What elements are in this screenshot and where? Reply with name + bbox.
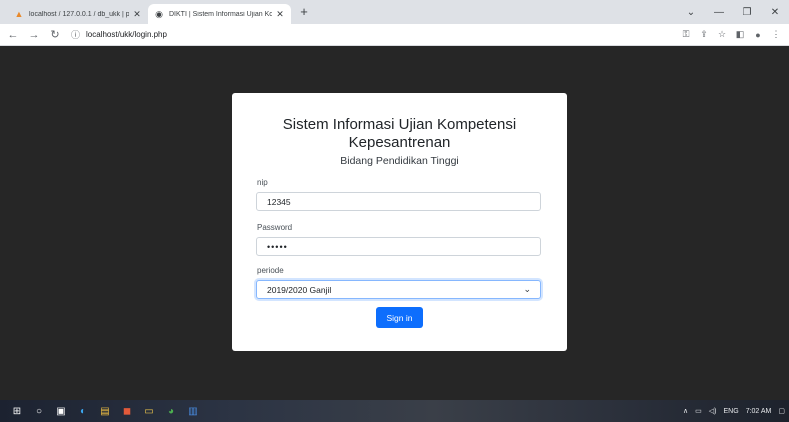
password-field[interactable]: ••••• — [256, 237, 541, 256]
chevron-down-icon[interactable]: ⌄ — [677, 7, 705, 18]
star-icon[interactable]: ☆ — [713, 29, 731, 40]
phpmyadmin-icon: ▲ — [14, 9, 24, 19]
address-bar[interactable]: ⓘ localhost/ukk/login.php — [71, 27, 677, 43]
login-subtitle: Bidang Pendidikan Tinggi — [340, 155, 459, 167]
forward-icon[interactable]: → — [26, 29, 42, 41]
clock[interactable]: 7:02 AM — [746, 408, 772, 415]
chevron-up-icon[interactable]: ∧ — [683, 407, 688, 415]
tab-title: DIKTI | Sistem Informasi Ujian Ko — [169, 10, 272, 18]
search-icon[interactable]: ○ — [28, 400, 50, 422]
tab-title: localhost / 127.0.0.1 / db_ukk | p — [29, 10, 129, 18]
nip-value: 12345 — [267, 196, 291, 207]
tab-phpmyadmin[interactable]: ▲ localhost / 127.0.0.1 / db_ukk | p ✕ — [8, 4, 148, 24]
address-url: localhost/ukk/login.php — [86, 30, 167, 39]
share-icon[interactable]: ⇪ — [695, 29, 713, 40]
info-icon[interactable]: ⓘ — [71, 28, 80, 41]
password-label: Password — [257, 223, 293, 232]
sign-in-button[interactable]: Sign in — [376, 307, 423, 328]
notification-icon[interactable]: ▢ — [778, 407, 785, 415]
reload-icon[interactable]: ↻ — [47, 28, 63, 41]
system-tray: ∧ ▭ ◁) ENG 7:02 AM ▢ — [676, 400, 785, 422]
maximize-button[interactable]: ❐ — [733, 7, 761, 18]
periode-label: periode — [257, 266, 284, 275]
network-icon[interactable]: ▭ — [695, 407, 702, 415]
office-icon[interactable]: ◼ — [116, 400, 138, 422]
close-icon[interactable]: ✕ — [275, 9, 285, 20]
store-icon[interactable]: ▤ — [94, 400, 116, 422]
volume-icon[interactable]: ◁) — [709, 407, 717, 415]
login-card: Sistem Informasi Ujian Kompetensi Kepesa… — [232, 93, 567, 351]
task-view-icon[interactable]: ▣ — [50, 400, 72, 422]
back-icon[interactable]: ← — [5, 29, 21, 41]
nip-label: nip — [257, 178, 268, 187]
periode-value: 2019/2020 Ganjil — [267, 284, 332, 295]
sidebar-icon[interactable]: ◧ — [731, 29, 749, 40]
browser-toolbar: ← → ↻ ⓘ localhost/ukk/login.php ⚿ ⇪ ☆ ◧ … — [0, 24, 789, 46]
close-window-button[interactable]: ✕ — [761, 7, 789, 18]
chrome-icon[interactable]: ◕ — [160, 400, 182, 422]
browser-tab-strip: ▲ localhost / 127.0.0.1 / db_ukk | p ✕ ◉… — [0, 0, 789, 24]
windows-start-icon[interactable]: ⊞ — [6, 400, 28, 422]
edge-icon[interactable]: ◐ — [72, 400, 94, 422]
minimize-button[interactable]: — — [705, 7, 733, 18]
window-controls: ⌄ — ❐ ✕ — [677, 0, 789, 24]
close-icon[interactable]: ✕ — [132, 9, 142, 20]
key-icon[interactable]: ⚿ — [677, 29, 695, 40]
password-value: ••••• — [267, 241, 288, 252]
taskbar: ⊞ ○ ▣ ◐ ▤ ◼ ▭ ◕ ▥ ∧ ▭ ◁) ENG 7:02 AM ▢ — [0, 400, 789, 422]
app-icon[interactable]: ▥ — [182, 400, 204, 422]
periode-select[interactable]: 2019/2020 Ganjil ⌄ — [256, 280, 541, 299]
nip-field[interactable]: 12345 — [256, 192, 541, 211]
chevron-down-icon: ⌄ — [523, 284, 531, 294]
tab-dikti[interactable]: ◉ DIKTI | Sistem Informasi Ujian Ko ✕ — [148, 4, 291, 24]
profile-icon[interactable]: ● — [749, 30, 767, 40]
login-title-line2: Kepesantrenan — [348, 134, 451, 151]
file-explorer-icon[interactable]: ▭ — [138, 400, 160, 422]
login-title: Sistem Informasi Ujian Kompetensi — [282, 116, 517, 133]
page-background: Sistem Informasi Ujian Kompetensi Kepesa… — [0, 46, 789, 400]
language-indicator[interactable]: ENG — [724, 408, 739, 415]
new-tab-button[interactable]: + — [296, 4, 312, 20]
globe-icon: ◉ — [155, 8, 163, 19]
menu-icon[interactable]: ⋮ — [767, 29, 785, 40]
